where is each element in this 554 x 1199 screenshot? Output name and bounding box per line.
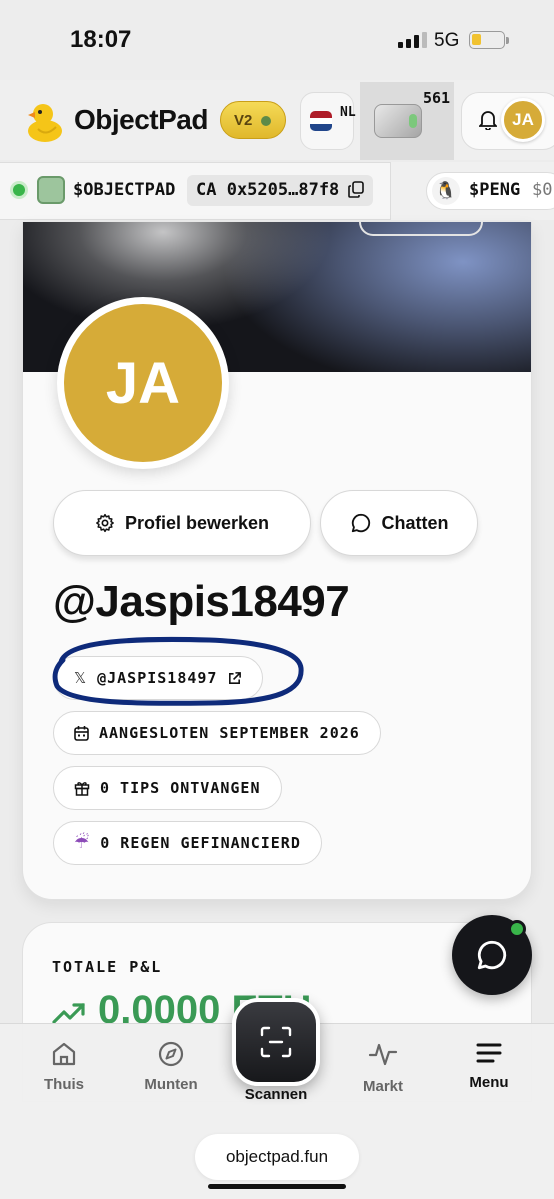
- rain-text: 0 REGEN GEFINANCIERD: [100, 834, 301, 852]
- wallet-status-dot: [409, 114, 417, 128]
- chat-bubble-icon: [351, 513, 370, 533]
- live-dot: [13, 184, 25, 196]
- version-badge[interactable]: V2: [220, 101, 286, 139]
- pnl-label: TOTALE P&L: [52, 958, 163, 976]
- trending-up-icon: [52, 1003, 85, 1024]
- browser-url-bar[interactable]: objectpad.fun: [195, 1134, 359, 1180]
- scan-label: Scannen: [244, 1086, 308, 1103]
- nav-menu-label: Menu: [469, 1074, 509, 1091]
- ticker-symbol[interactable]: $OBJECTPAD: [73, 180, 175, 200]
- home-icon: [52, 1042, 76, 1066]
- wallet-count: 561: [423, 89, 451, 107]
- version-label: V2: [234, 111, 253, 129]
- tips-received-tag: 0 TIPS ONTVANGEN: [53, 766, 282, 810]
- calendar-icon: [74, 726, 89, 741]
- banner-tab: [359, 222, 483, 236]
- compass-icon: [158, 1041, 184, 1067]
- umbrella-rain-icon: ☔: [74, 833, 91, 853]
- penguin-icon: 🐧: [432, 177, 460, 205]
- activity-icon: [368, 1043, 398, 1066]
- copy-icon[interactable]: [348, 181, 364, 198]
- user-avatar[interactable]: JA: [501, 98, 545, 142]
- nav-coins[interactable]: Munten: [126, 1040, 216, 1093]
- battery-tip: [506, 37, 509, 44]
- profile-avatar: JA: [57, 297, 229, 469]
- nav-menu[interactable]: Menu: [444, 1040, 534, 1091]
- signal-icon: [398, 32, 427, 48]
- ticker-next-symbol: $PENG: [469, 180, 521, 200]
- handwritten-highlight-circle: [52, 636, 304, 706]
- profile-username: @Jaspis18497: [53, 577, 350, 626]
- joined-date-tag: AANGESLOTEN SEPTEMBER 2026: [53, 711, 381, 755]
- profile-card: JA Profiel bewerken Chatten @Jaspis18497…: [22, 222, 532, 900]
- edit-profile-button[interactable]: Profiel bewerken: [53, 490, 311, 556]
- chat-button[interactable]: Chatten: [320, 490, 478, 556]
- token-icon: [37, 176, 65, 204]
- gift-icon: [74, 782, 90, 796]
- edit-profile-label: Profiel bewerken: [124, 512, 270, 533]
- home-indicator: [208, 1184, 346, 1189]
- gear-icon: [96, 513, 114, 533]
- status-time: 18:07: [70, 26, 132, 53]
- nav-home[interactable]: Thuis: [19, 1040, 109, 1093]
- contract-address: CA 0x5205…87f8: [196, 180, 340, 200]
- version-dot: [261, 116, 271, 126]
- duck-logo-icon[interactable]: [24, 99, 64, 143]
- chat-label: Chatten: [381, 512, 449, 533]
- netherlands-flag-icon: [310, 111, 332, 131]
- ticker-next-price: $0: [532, 180, 553, 200]
- nav-home-label: Thuis: [44, 1076, 84, 1093]
- rain-funded-tag: ☔ 0 REGEN GEFINANCIERD: [53, 821, 322, 865]
- nav-market[interactable]: Markt: [338, 1040, 428, 1095]
- nav-coins-label: Munten: [144, 1076, 198, 1093]
- scan-icon: [260, 1026, 292, 1058]
- tips-text: 0 TIPS ONTVANGEN: [100, 779, 261, 797]
- nav-market-label: Markt: [362, 1078, 403, 1095]
- brand-name[interactable]: ObjectPad: [74, 104, 208, 136]
- chat-bubble-icon: [477, 940, 507, 970]
- battery-icon: [469, 31, 505, 49]
- joined-text: AANGESLOTEN SEPTEMBER 2026: [99, 724, 360, 742]
- language-code: NL: [340, 105, 356, 120]
- menu-icon: [476, 1043, 502, 1063]
- bell-icon: [479, 111, 497, 130]
- online-dot: [508, 920, 526, 938]
- network-label: 5G: [434, 30, 460, 51]
